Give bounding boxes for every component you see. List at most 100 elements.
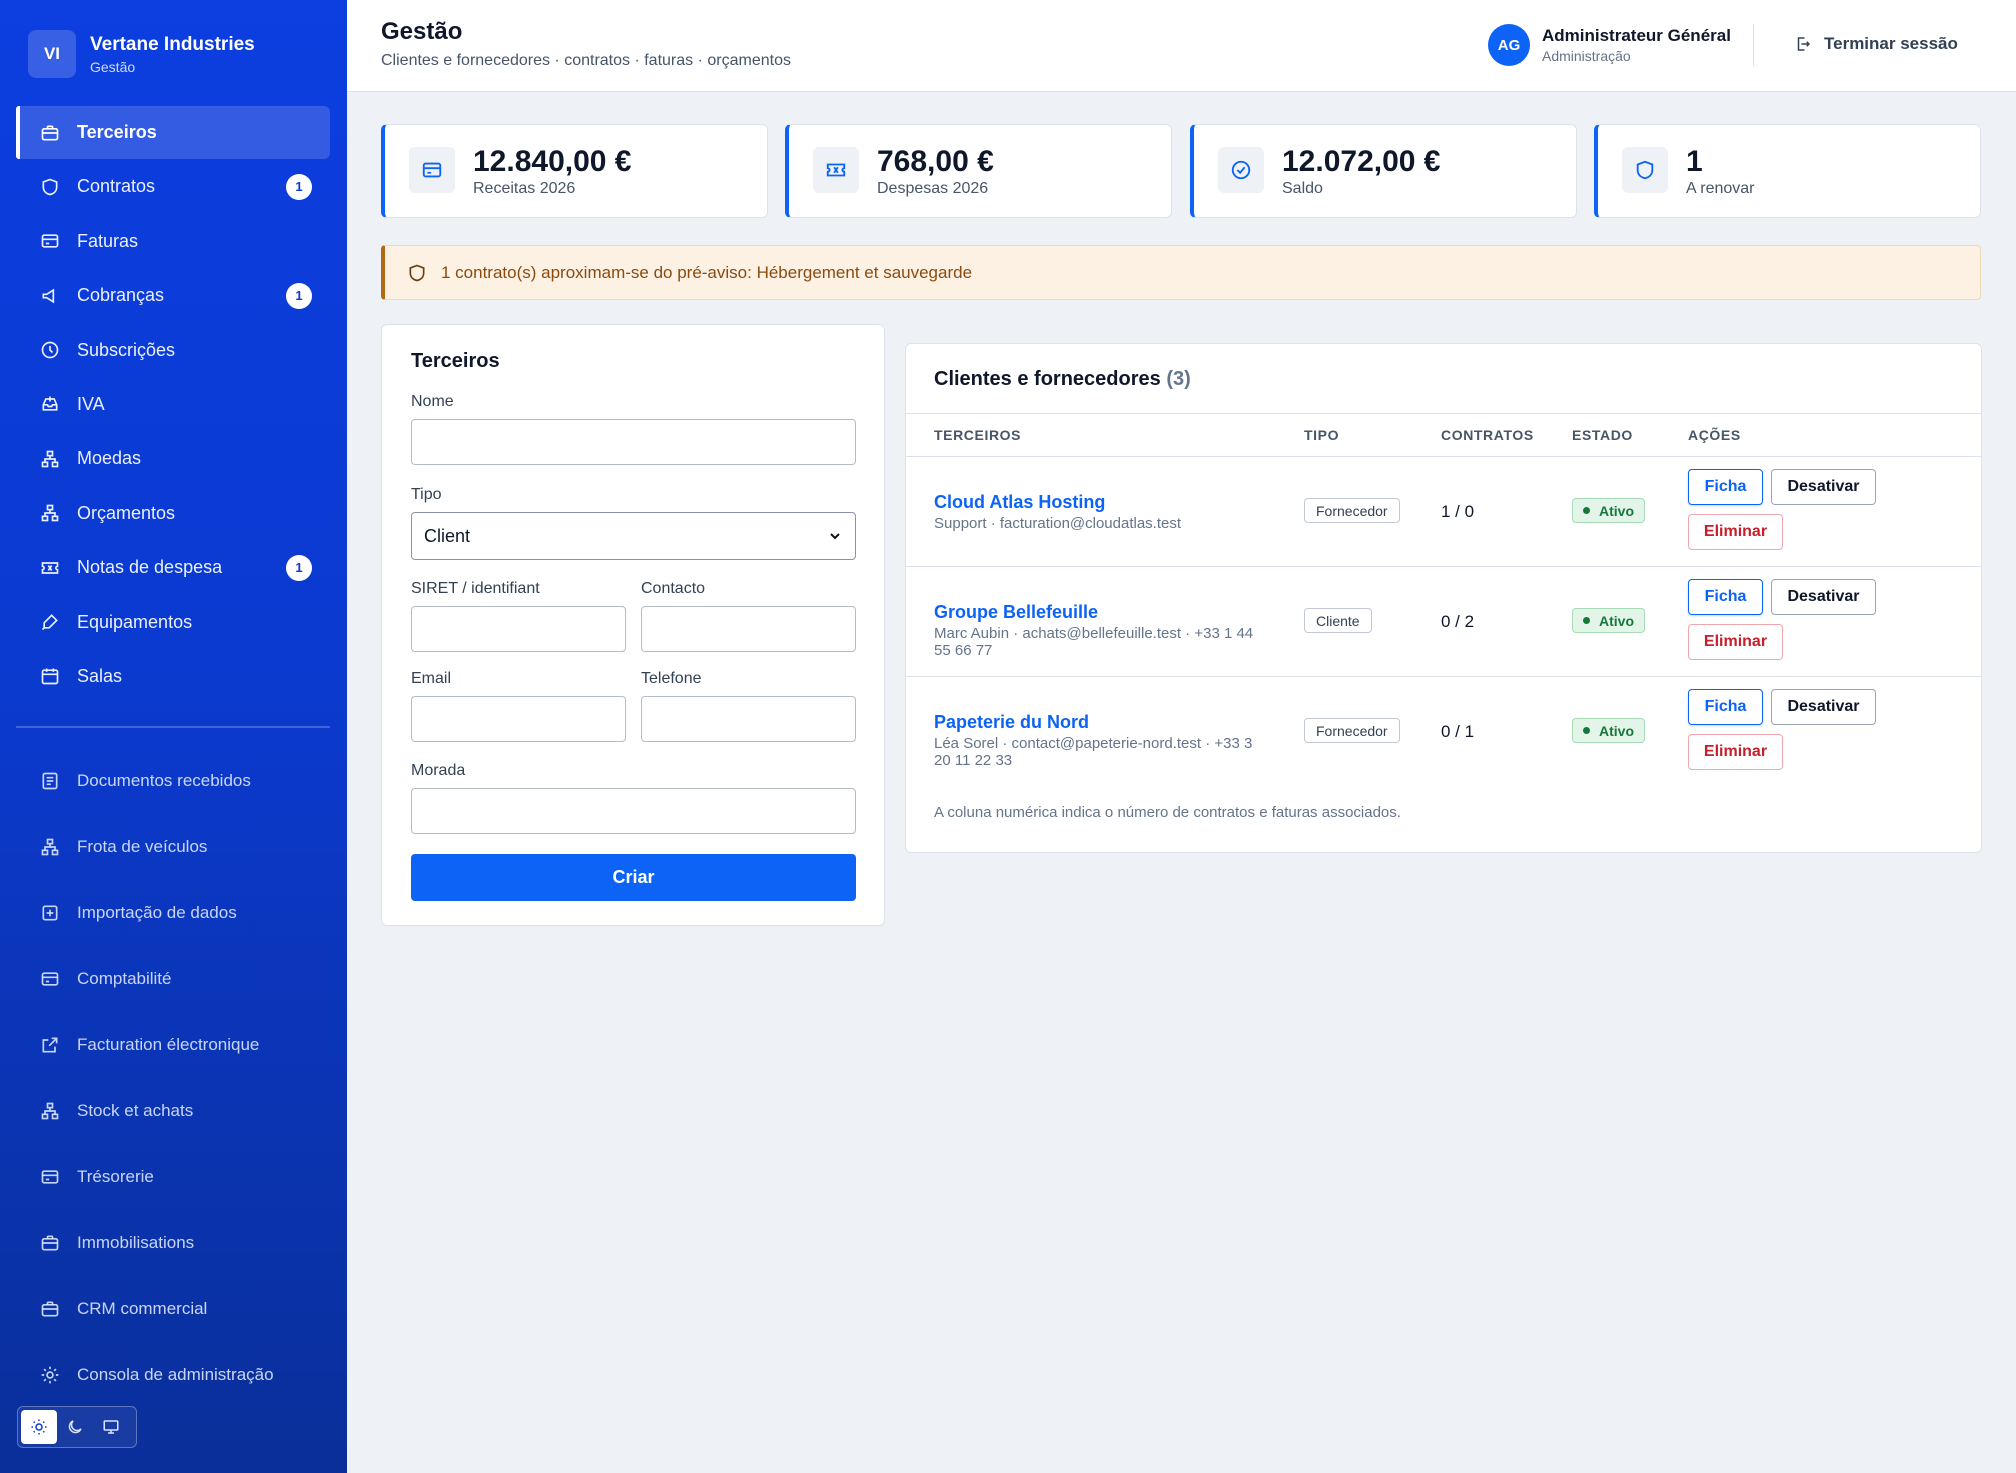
status-text: Ativo xyxy=(1599,722,1634,739)
status-dot xyxy=(1583,727,1590,734)
type-tag: Cliente xyxy=(1304,608,1372,633)
third-parties-table-card: Clientes e fornecedores (3) TERCEIROS TI… xyxy=(905,343,1982,853)
sidebar-item-iva[interactable]: IVA xyxy=(16,378,330,431)
sidebar: VI Vertane Industries Gestão Terceiros C… xyxy=(0,0,347,1473)
theme-system-button[interactable] xyxy=(93,1410,129,1444)
sidebar-item-documentos-recebidos[interactable]: Documentos recebidos xyxy=(16,748,330,814)
third-party-meta: Support · facturation@cloudatlas.test xyxy=(934,515,1182,532)
sidebar-item-label: Terceiros xyxy=(77,122,157,142)
sidebar-item-crm-commercial[interactable]: CRM commercial xyxy=(16,1276,330,1342)
sidebar-item-importacao-dados[interactable]: Importação de dados xyxy=(16,880,330,946)
brand-name: Vertane Industries xyxy=(90,33,255,55)
calendar-icon xyxy=(41,668,59,685)
sidebar-item-consola-admin[interactable]: Consola de administração xyxy=(16,1342,330,1408)
credit-card-icon xyxy=(422,162,442,178)
sidebar-item-subscricoes[interactable]: Subscrições xyxy=(16,324,330,377)
create-button[interactable]: Criar xyxy=(411,854,856,901)
contracts-ratio: 1 / 0 xyxy=(1441,502,1475,521)
brand[interactable]: VI Vertane Industries Gestão xyxy=(28,30,255,78)
status-text: Ativo xyxy=(1599,612,1634,629)
user-profile[interactable]: AG Administrateur Général Administração xyxy=(1488,24,1731,66)
theme-switcher xyxy=(17,1406,137,1448)
contracts-ratio: 0 / 2 xyxy=(1441,612,1475,631)
kpi-card-a-renovar: 1 A renovar xyxy=(1594,124,1981,218)
logout-label: Terminar sessão xyxy=(1824,34,1958,53)
top-header: Gestão Clientes e fornecedores · contrat… xyxy=(347,0,2016,92)
sidebar-item-immobilisations[interactable]: Immobilisations xyxy=(16,1210,330,1276)
sidebar-item-stock-achats[interactable]: Stock et achats xyxy=(16,1078,330,1144)
column-header: TERCEIROS xyxy=(934,427,1022,443)
sidebar-item-frota-veiculos[interactable]: Frota de veículos xyxy=(16,814,330,880)
sidebar-item-orcamentos[interactable]: Orçamentos xyxy=(16,487,330,540)
sidebar-item-label: Documentos recebidos xyxy=(77,771,251,790)
contact-input[interactable] xyxy=(641,606,856,652)
delete-button[interactable]: Eliminar xyxy=(1688,514,1783,550)
sidebar-item-equipamentos[interactable]: Equipamentos xyxy=(16,596,330,649)
third-party-meta: Léa Sorel · contact@papeterie-nord.test … xyxy=(934,735,1253,769)
sidebar-item-label: Facturation électronique xyxy=(77,1035,260,1054)
renewal-alert: 1 contrato(s) aproximam-se do pré-aviso:… xyxy=(381,245,1981,300)
sidebar-item-facturation-electronique[interactable]: Facturation électronique xyxy=(16,1012,330,1078)
sidebar-item-moedas[interactable]: Moedas xyxy=(16,432,330,485)
third-party-name-link[interactable]: Papeterie du Nord xyxy=(934,712,1264,733)
logout-button[interactable]: Terminar sessão xyxy=(1794,34,1958,54)
header-divider xyxy=(1753,24,1754,66)
view-button[interactable]: Ficha xyxy=(1688,689,1763,725)
type-select[interactable]: Client xyxy=(411,512,856,560)
sidebar-item-contratos[interactable]: Contratos 1 xyxy=(16,160,330,213)
kpi-label: Receitas 2026 xyxy=(473,180,576,197)
theme-dark-button[interactable] xyxy=(57,1410,93,1444)
sidebar-item-label: Notas de despesa xyxy=(77,557,223,578)
name-input[interactable] xyxy=(411,419,856,465)
brand-logo: VI xyxy=(28,30,76,78)
sidebar-item-label: Subscrições xyxy=(77,339,176,360)
theme-light-button[interactable] xyxy=(21,1410,57,1444)
sidebar-item-notas-despesa[interactable]: Notas de despesa 1 xyxy=(16,541,330,594)
siret-input[interactable] xyxy=(411,606,626,652)
delete-button[interactable]: Eliminar xyxy=(1688,624,1783,660)
deactivate-button[interactable]: Desativar xyxy=(1771,579,1876,615)
sidebar-item-label: Orçamentos xyxy=(77,502,176,523)
address-input[interactable] xyxy=(411,788,856,834)
kpi-label: Saldo xyxy=(1282,180,1323,197)
brand-subtitle: Gestão xyxy=(90,58,136,75)
column-header: AÇÕES xyxy=(1688,427,1741,443)
phone-input[interactable] xyxy=(641,696,856,742)
gear-icon xyxy=(41,1366,59,1384)
column-header: CONTRATOS xyxy=(1441,427,1534,443)
name-label: Nome xyxy=(411,393,454,410)
ticket-icon xyxy=(826,163,846,177)
delete-button[interactable]: Eliminar xyxy=(1688,734,1783,770)
sidebar-item-faturas[interactable]: Faturas xyxy=(16,215,330,268)
deactivate-button[interactable]: Desativar xyxy=(1771,689,1876,725)
sidebar-item-tresorerie[interactable]: Trésorerie xyxy=(16,1144,330,1210)
deactivate-button[interactable]: Desativar xyxy=(1771,469,1876,505)
monitor-icon xyxy=(103,1420,119,1434)
email-input[interactable] xyxy=(411,696,626,742)
sidebar-item-label: Trésorerie xyxy=(77,1167,154,1186)
ticket-icon xyxy=(41,561,59,574)
sidebar-item-label: CRM commercial xyxy=(77,1299,208,1318)
credit-card-icon xyxy=(41,1170,59,1184)
sidebar-item-terceiros[interactable]: Terceiros xyxy=(16,106,330,159)
sidebar-item-salas[interactable]: Salas xyxy=(16,650,330,703)
count-badge: 1 xyxy=(286,282,312,309)
kpi-label: A renovar xyxy=(1686,180,1755,197)
third-party-name-link[interactable]: Groupe Bellefeuille xyxy=(934,602,1264,623)
view-button[interactable]: Ficha xyxy=(1688,469,1763,505)
contact-label: Contacto xyxy=(641,580,706,597)
sidebar-item-comptabilite[interactable]: Comptabilité xyxy=(16,946,330,1012)
inbox-icon xyxy=(42,396,58,412)
sidebar-item-label: Importação de dados xyxy=(77,903,237,922)
kpi-card-despesas: 768,00 € Despesas 2026 xyxy=(785,124,1172,218)
sidebar-item-cobrancas[interactable]: Cobranças 1 xyxy=(16,269,330,322)
sun-icon xyxy=(31,1419,47,1435)
kpi-value: 12.072,00 € xyxy=(1282,145,1441,178)
type-tag: Fornecedor xyxy=(1304,718,1400,743)
view-button[interactable]: Ficha xyxy=(1688,579,1763,615)
sidebar-item-label: Comptabilité xyxy=(77,969,172,988)
kpi-value: 768,00 € xyxy=(877,145,994,178)
moon-icon xyxy=(68,1420,82,1434)
third-party-name-link[interactable]: Cloud Atlas Hosting xyxy=(934,492,1264,513)
type-select-value: Client xyxy=(424,525,471,546)
